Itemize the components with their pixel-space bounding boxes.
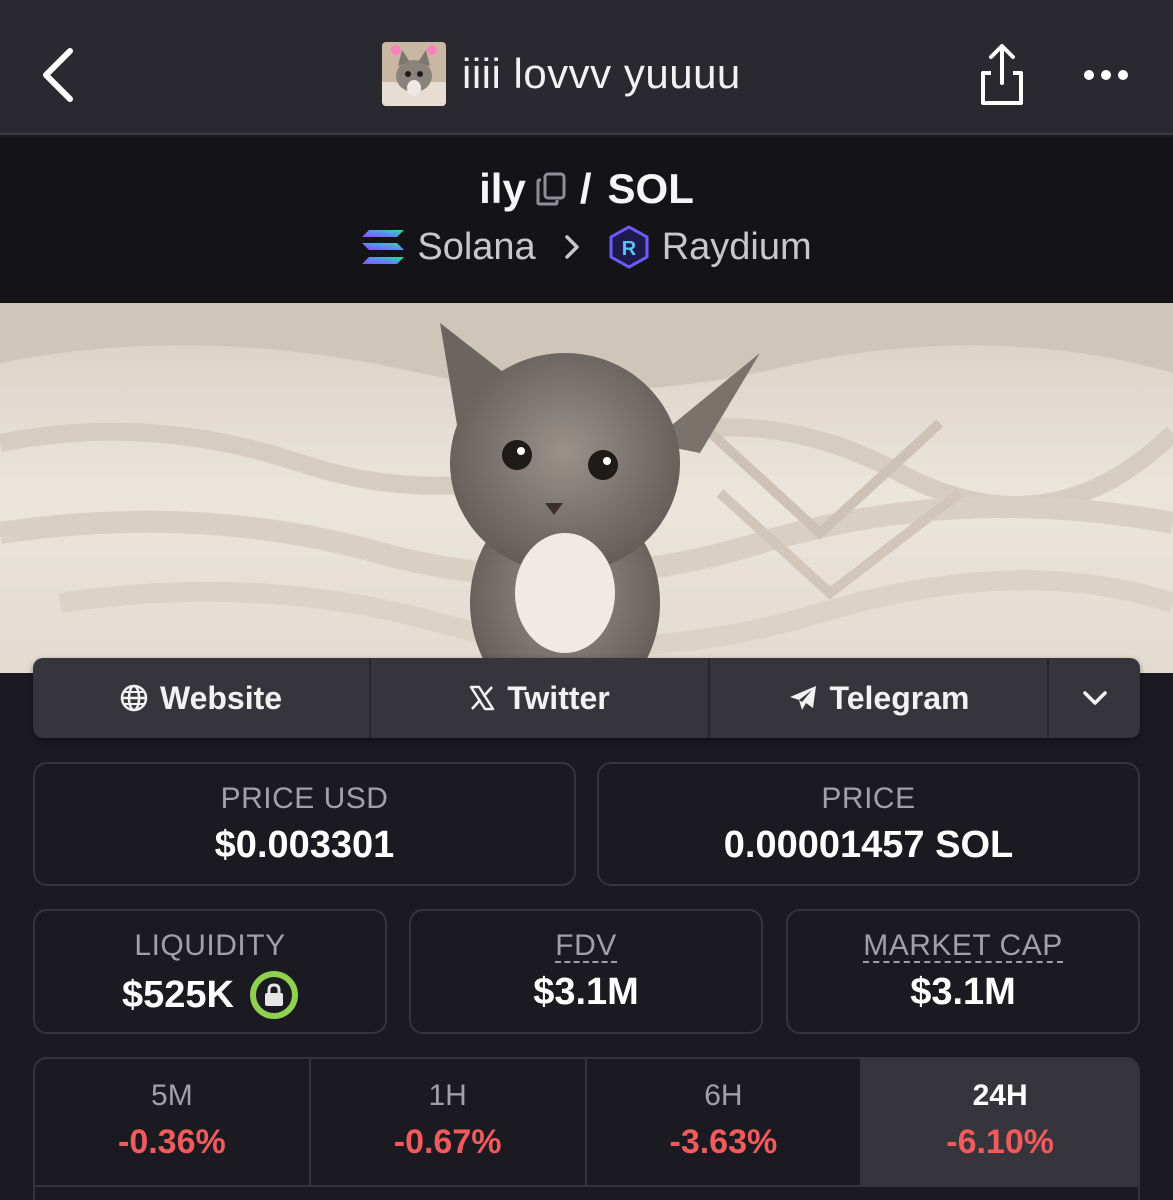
price-change: -0.36%: [118, 1123, 226, 1161]
token-banner-image: [0, 303, 1173, 693]
liquidity-value-row: $525K: [35, 971, 385, 1019]
market-cap-label[interactable]: MARKET CAP: [863, 931, 1063, 963]
lock-icon: [264, 983, 283, 1006]
chevron-down-icon: [1082, 691, 1107, 705]
quote-token-symbol: SOL: [607, 165, 694, 212]
website-link-button[interactable]: Website: [33, 658, 371, 738]
chain-name[interactable]: Solana: [417, 226, 535, 269]
tab-5m[interactable]: 5M -0.36%: [35, 1059, 311, 1187]
back-button[interactable]: [28, 40, 88, 110]
telegram-link-label: Telegram: [829, 679, 970, 716]
price-change: -6.10%: [946, 1123, 1054, 1161]
chevron-right-icon: [564, 234, 580, 260]
token-avatar: [382, 42, 446, 106]
price-usd-label: PRICE USD: [220, 782, 389, 815]
twitter-link-label: Twitter: [507, 679, 610, 716]
more-options-button[interactable]: [1076, 55, 1136, 95]
more-links-dropdown[interactable]: [1049, 658, 1140, 738]
svg-text:R: R: [621, 238, 636, 260]
price-usd-value: $0.003301: [214, 824, 395, 866]
fdv-value: $3.1M: [533, 971, 639, 1013]
more-icon: [1084, 70, 1128, 80]
price-usd-card: PRICE USD $0.003301: [33, 762, 576, 886]
top-navbar: iiii lovvv yuuuu: [0, 0, 1173, 135]
raydium-icon: R: [608, 225, 650, 269]
tab-label: 5M: [151, 1079, 193, 1112]
website-link-label: Website: [159, 679, 283, 716]
telegram-link-button[interactable]: Telegram: [710, 658, 1049, 738]
fdv-label[interactable]: FDV: [555, 931, 617, 963]
copy-address-button[interactable]: [536, 172, 566, 206]
price-native-card: PRICE 0.00001457 SOL: [597, 762, 1140, 886]
tab-6h[interactable]: 6H -3.63%: [586, 1059, 863, 1187]
fdv-card: FDV $3.1M: [409, 909, 763, 1034]
liquidity-card: LIQUIDITY $525K: [33, 909, 387, 1034]
copy-icon: [536, 172, 566, 206]
back-chevron-icon: [43, 48, 73, 102]
timeframe-tabs: 5M -0.36% 1H -0.67% 6H -3.63% 24H -6.10%: [33, 1057, 1140, 1200]
x-logo-icon: [469, 685, 495, 711]
share-button[interactable]: [972, 42, 1032, 108]
liquidity-value: $525K: [122, 973, 234, 1016]
nav-title-group: iiii lovvv yuuuu: [382, 42, 741, 106]
dex-name[interactable]: Raydium: [662, 226, 812, 269]
telegram-icon: [788, 684, 818, 712]
share-icon: [981, 44, 1023, 105]
twitter-link-button[interactable]: Twitter: [371, 658, 710, 738]
tab-label: 24H: [972, 1079, 1028, 1112]
solana-icon: [361, 228, 405, 266]
liquidity-lock-badge[interactable]: [249, 971, 298, 1019]
pair-header: ily / SOL Solana R Raydium: [0, 137, 1173, 303]
social-links-bar: Website Twitter Telegram: [33, 658, 1140, 738]
price-change: -0.67%: [393, 1123, 502, 1161]
base-token-symbol: ily: [479, 165, 526, 212]
tab-24h[interactable]: 24H -6.10%: [862, 1059, 1138, 1187]
tab-label: 1H: [428, 1079, 467, 1112]
tab-label: 6H: [704, 1079, 743, 1112]
nav-title: iiii lovvv yuuuu: [462, 50, 741, 97]
price-change: -3.63%: [669, 1123, 778, 1161]
globe-icon: [120, 684, 148, 712]
price-native-value: 0.00001457 SOL: [723, 824, 1014, 866]
pair-title: ily / SOL: [0, 165, 1173, 213]
market-cap-value: $3.1M: [910, 971, 1016, 1013]
price-native-label: PRICE: [821, 782, 916, 815]
tab-1h[interactable]: 1H -0.67%: [310, 1059, 587, 1187]
pair-separator: /: [579, 165, 592, 212]
market-cap-card: MARKET CAP $3.1M: [786, 909, 1140, 1034]
chain-dex-breadcrumb: Solana R Raydium: [0, 225, 1173, 269]
liquidity-label: LIQUIDITY: [134, 929, 286, 962]
